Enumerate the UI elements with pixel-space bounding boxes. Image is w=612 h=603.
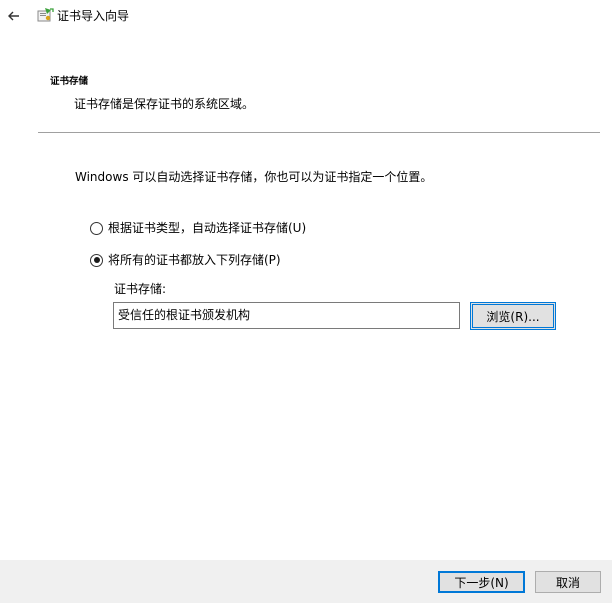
certificate-store-label: 证书存储: (114, 282, 167, 296)
back-button[interactable] (4, 6, 24, 26)
title-bar: 证书导入向导 (0, 0, 612, 32)
section-title: 证书存储 (50, 76, 89, 87)
section-description: 证书存储是保存证书的系统区域。 (74, 97, 255, 111)
certificate-store-field[interactable]: 受信任的根证书颁发机构 (113, 302, 460, 329)
radio-button-place[interactable] (90, 253, 103, 267)
radio-button-auto[interactable] (90, 221, 103, 235)
back-arrow-icon (4, 6, 24, 26)
browse-button[interactable]: 浏览(R)... (470, 302, 556, 330)
intro-text: Windows 可以自动选择证书存储，你也可以为证书指定一个位置。 (75, 170, 433, 184)
radio-place-in-store[interactable]: 将所有的证书都放入下列存储(P) (90, 251, 281, 269)
cancel-button[interactable]: 取消 (535, 571, 601, 593)
window-title: 证书导入向导 (57, 9, 130, 23)
radio-auto-label[interactable]: 根据证书类型，自动选择证书存储(U) (108, 220, 306, 236)
certificate-wizard-icon (36, 7, 54, 25)
radio-auto-select[interactable]: 根据证书类型，自动选择证书存储(U) (90, 219, 306, 237)
certificate-import-wizard: 证书导入向导 证书存储 证书存储是保存证书的系统区域。 Windows 可以自动… (0, 0, 612, 603)
header-divider (38, 132, 600, 133)
next-button[interactable]: 下一步(N) (438, 571, 525, 593)
radio-place-label[interactable]: 将所有的证书都放入下列存储(P) (108, 252, 281, 268)
